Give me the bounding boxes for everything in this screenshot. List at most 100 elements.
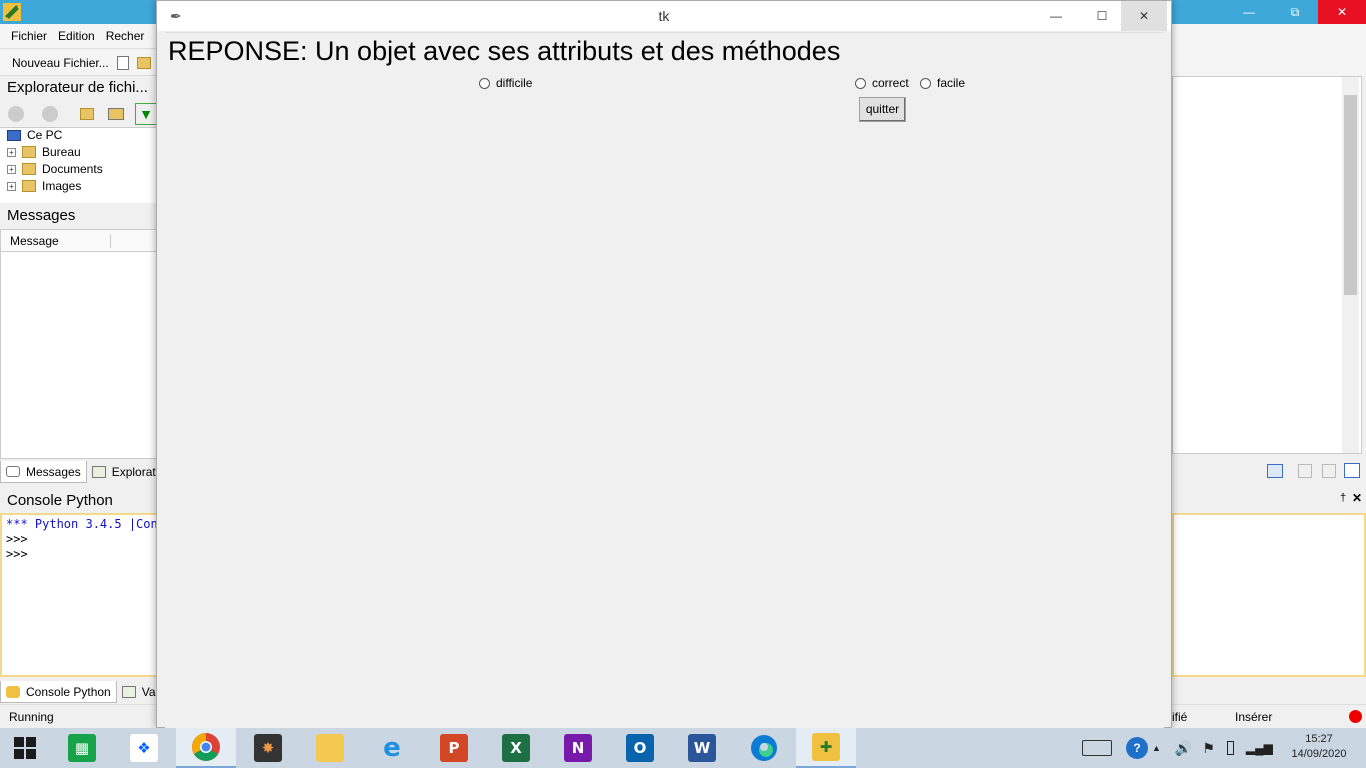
taskbar-pyscripter[interactable]: ✚ — [796, 728, 856, 768]
tree-item-documents[interactable]: + Documents — [7, 162, 103, 176]
radio-difficile[interactable]: difficile — [479, 76, 532, 90]
taskbar-powerpoint[interactable]: P — [424, 728, 484, 768]
pyscripter-logo-icon — [3, 3, 21, 21]
window-layout-icon[interactable] — [1267, 464, 1283, 478]
computer-icon — [7, 129, 21, 141]
file-explorer-title: Explorateur de fichi... — [0, 76, 160, 100]
tree-item-bureau[interactable]: + Bureau — [7, 145, 81, 159]
taskbar-outlook[interactable]: O — [610, 728, 670, 768]
windows-start-icon — [14, 737, 36, 759]
taskbar-clock[interactable]: 15:27 14/09/2020 — [1284, 732, 1354, 762]
tk-titlebar[interactable]: ✒ tk — ☐ ✕ — [157, 1, 1171, 31]
stop-icon[interactable] — [1349, 710, 1362, 723]
add-icon[interactable] — [1298, 464, 1312, 478]
system-tray: ? ▲ 🔊 ⚑ ▂▄▆ — [1082, 728, 1273, 768]
radio-circle[interactable] — [479, 77, 490, 89]
editor-pane[interactable] — [1172, 76, 1362, 454]
console-line: *** Python 3.4.5 |Cont — [6, 517, 160, 531]
tab-console-python[interactable]: Console Python — [0, 681, 117, 703]
taskbar-onenote[interactable]: N — [548, 728, 608, 768]
flag-icon[interactable]: ⚑ — [1202, 740, 1215, 757]
radio-circle[interactable] — [920, 77, 931, 89]
taskbar-edge[interactable] — [734, 728, 794, 768]
remove-icon[interactable] — [1322, 464, 1336, 478]
new-file-button[interactable]: Nouveau Fichier... — [12, 56, 109, 70]
forward-icon[interactable] — [42, 106, 58, 122]
messages-tabs: Messages Explorate — [0, 459, 162, 483]
console-line: >>> — [6, 547, 28, 561]
taskbar-file-explorer[interactable] — [300, 728, 360, 768]
folder-up-icon[interactable] — [80, 108, 94, 120]
taskbar-internet-explorer[interactable]: e — [362, 728, 422, 768]
tab-variables[interactable]: Va — [117, 681, 161, 703]
pin-icon[interactable]: † — [1340, 492, 1346, 504]
right-console-panel[interactable] — [1172, 513, 1366, 677]
puzzle-icon: ✸ — [254, 734, 282, 762]
keyboard-icon[interactable] — [1082, 740, 1112, 756]
tk-minimize-button[interactable]: — — [1033, 1, 1079, 31]
console-tabs: Console Python Va — [0, 679, 160, 703]
battery-icon[interactable] — [1226, 741, 1234, 755]
scrollbar-thumb[interactable] — [1344, 95, 1357, 295]
tree-item-ce-pc[interactable]: Ce PC — [7, 128, 62, 142]
tray-expand-icon[interactable]: ▲ — [1152, 743, 1161, 753]
menu-recherche[interactable]: Recher — [106, 29, 145, 43]
taskbar-store[interactable]: ▦ — [52, 728, 112, 768]
filter-icon[interactable]: ▼ — [135, 103, 157, 125]
ide-minimize-button[interactable]: — — [1226, 0, 1272, 24]
taskbar-word[interactable]: W — [672, 728, 732, 768]
tree-item-images[interactable]: + Images — [7, 179, 81, 193]
volume-icon[interactable]: 🔊 — [1175, 740, 1192, 757]
tk-close-button[interactable]: ✕ — [1121, 1, 1167, 31]
taskbar-puzzle-app[interactable]: ✸ — [238, 728, 298, 768]
variables-icon — [121, 686, 136, 698]
open-folder-icon[interactable] — [136, 56, 151, 69]
signal-icon[interactable]: ▂▄▆ — [1246, 741, 1273, 755]
help-icon[interactable]: ? — [1126, 737, 1148, 759]
folder-icon — [22, 146, 36, 158]
start-button[interactable] — [0, 728, 50, 768]
tk-maximize-button[interactable]: ☐ — [1079, 1, 1125, 31]
menu-fichier[interactable]: Fichier — [11, 29, 47, 43]
message-column-header[interactable]: Message — [1, 233, 111, 248]
right-toolbar — [1172, 458, 1366, 484]
python-console[interactable]: *** Python 3.4.5 |Cont >>> >>> — [0, 513, 160, 677]
file-explorer-icon — [316, 734, 344, 762]
radio-label: correct — [872, 76, 909, 90]
radio-correct[interactable]: correct — [855, 76, 909, 90]
back-icon[interactable] — [8, 106, 24, 122]
tree-label: Images — [42, 179, 82, 193]
expand-icon[interactable]: + — [7, 164, 16, 174]
view-options-icon[interactable] — [108, 108, 124, 120]
folder-icon — [22, 180, 36, 192]
ide-restore-button[interactable]: ⧉ — [1272, 0, 1318, 24]
status-modified: ifié — [1172, 710, 1188, 724]
tab-messages[interactable]: Messages — [0, 461, 87, 483]
onenote-icon: N — [564, 734, 592, 762]
python-icon — [6, 685, 20, 698]
window-icon[interactable] — [1344, 463, 1360, 478]
messages-panel: Message — [0, 229, 160, 459]
taskbar-excel[interactable]: X — [486, 728, 546, 768]
messages-icon — [6, 466, 20, 477]
ide-close-button[interactable]: ✕ — [1318, 0, 1366, 24]
radio-facile[interactable]: facile — [920, 76, 965, 90]
menu-edition[interactable]: Edition — [58, 29, 95, 43]
taskbar-dropbox[interactable]: ❖ — [114, 728, 174, 768]
radio-circle[interactable] — [855, 77, 866, 89]
quit-button[interactable]: quitter — [859, 97, 906, 122]
explorer-icon — [91, 466, 106, 478]
editor-scrollbar[interactable] — [1342, 77, 1359, 453]
file-explorer-toolbar: ▼ — [0, 101, 160, 127]
radio-label: difficile — [496, 76, 533, 90]
tk-window: ✒ tk — ☐ ✕ REPONSE: Un objet avec ses at… — [156, 0, 1172, 729]
close-panel-icon[interactable]: ✕ — [1352, 491, 1362, 505]
tk-client-area: REPONSE: Un objet avec ses attributs et … — [165, 32, 1164, 729]
radio-label: facile — [937, 76, 966, 90]
expand-icon[interactable]: + — [7, 147, 16, 157]
tab-label: Messages — [26, 464, 81, 479]
pyscripter-icon: ✚ — [812, 733, 840, 761]
new-file-icon[interactable] — [116, 55, 129, 70]
taskbar-chrome[interactable] — [176, 728, 236, 768]
expand-icon[interactable]: + — [7, 181, 16, 191]
